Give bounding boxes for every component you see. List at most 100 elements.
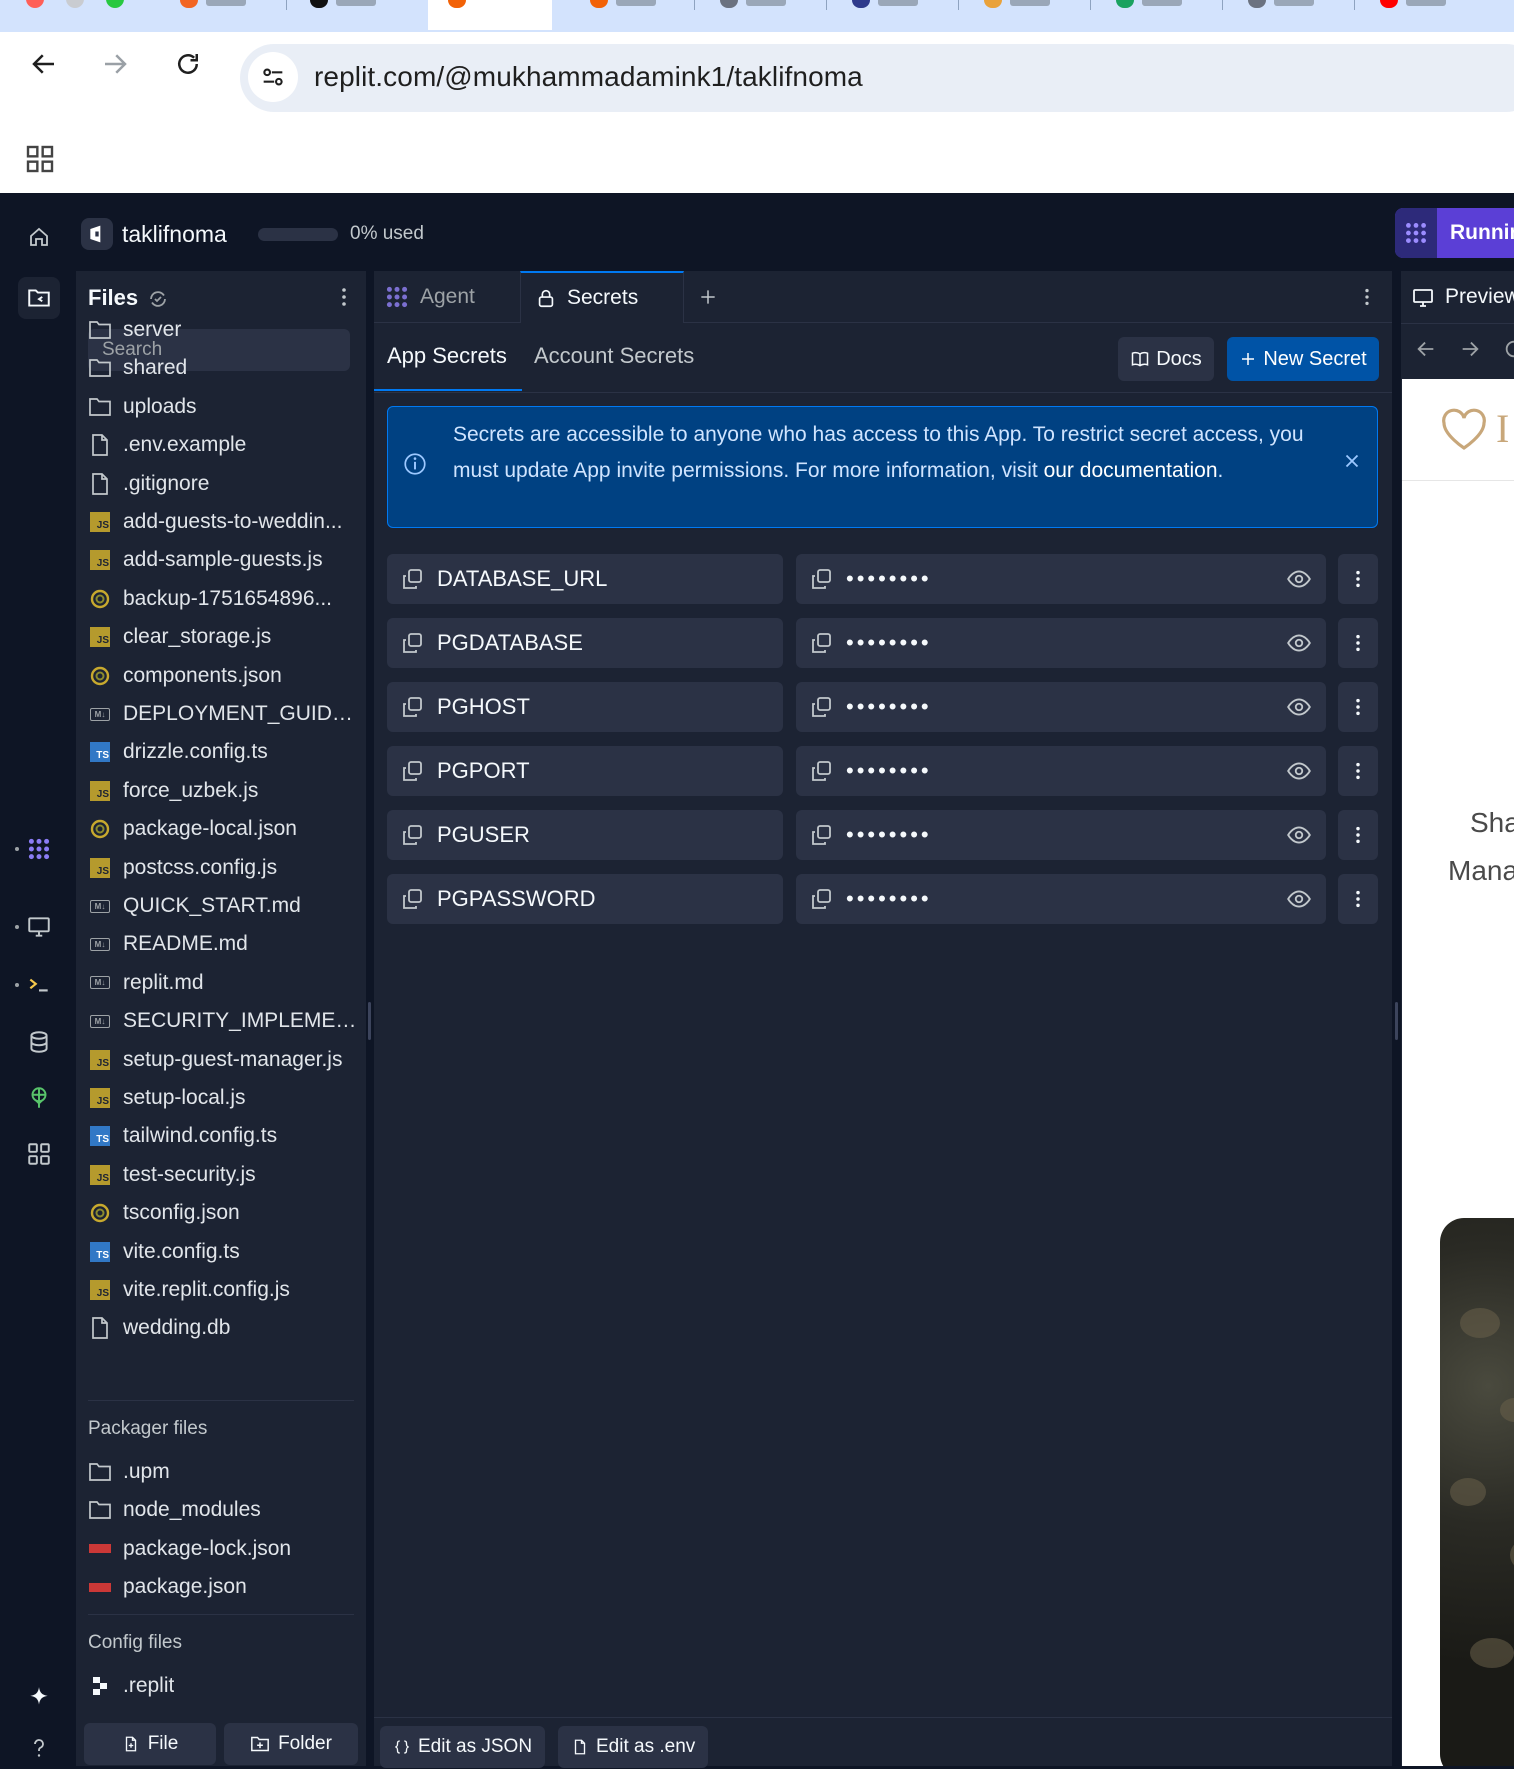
secret-value-field[interactable]: ••••••••: [796, 618, 1326, 668]
copy-value-button[interactable]: [809, 631, 833, 655]
copy-value-button[interactable]: [809, 887, 833, 911]
reveal-value-button[interactable]: [1286, 886, 1312, 912]
subtab-app-secrets[interactable]: App Secrets: [387, 343, 507, 369]
secret-menu-button[interactable]: [1338, 554, 1378, 604]
secret-menu-button[interactable]: [1338, 682, 1378, 732]
file-item[interactable]: JS test-security.js: [88, 1158, 358, 1192]
copy-value-button[interactable]: [809, 695, 833, 719]
secret-menu-button[interactable]: [1338, 874, 1378, 924]
file-item[interactable]: tsconfig.json: [88, 1196, 358, 1230]
app-name[interactable]: taklifnoma: [122, 221, 227, 248]
secret-value-field[interactable]: ••••••••: [796, 746, 1326, 796]
panel-resize-handle[interactable]: [1395, 1002, 1398, 1040]
forward-button[interactable]: [95, 44, 135, 84]
dismiss-banner-button[interactable]: [1341, 450, 1363, 472]
window-maximize-button[interactable]: [106, 0, 124, 8]
copy-value-button[interactable]: [809, 567, 833, 591]
new-secret-button[interactable]: New Secret: [1227, 337, 1379, 381]
secret-key-field[interactable]: PGPASSWORD: [387, 874, 783, 924]
preview-reload-button[interactable]: [1503, 338, 1514, 360]
files-tool-button[interactable]: [18, 277, 60, 319]
back-button[interactable]: [24, 44, 64, 84]
secret-value-field[interactable]: ••••••••: [796, 554, 1326, 604]
site-settings-button[interactable]: [248, 52, 298, 102]
folder-item[interactable]: uploads: [88, 390, 358, 424]
file-item[interactable]: .replit: [88, 1669, 358, 1703]
file-item[interactable]: .gitignore: [88, 467, 358, 501]
help-button[interactable]: [18, 1727, 60, 1769]
deployments-tool-button[interactable]: [18, 1077, 60, 1119]
file-item[interactable]: package.json: [88, 1570, 358, 1604]
copy-key-button[interactable]: [400, 631, 424, 655]
home-button[interactable]: [22, 220, 56, 254]
webview-tool-button[interactable]: [18, 906, 60, 948]
reveal-value-button[interactable]: [1286, 566, 1312, 592]
reveal-value-button[interactable]: [1286, 694, 1312, 720]
all-tools-button[interactable]: [18, 1133, 60, 1175]
browser-tab[interactable]: [290, 0, 410, 30]
copy-value-button[interactable]: [809, 823, 833, 847]
bookmarks-apps-button[interactable]: [24, 143, 56, 175]
secret-menu-button[interactable]: [1338, 746, 1378, 796]
file-item[interactable]: components.json: [88, 659, 358, 693]
secret-key-field[interactable]: PGDATABASE: [387, 618, 783, 668]
window-close-button[interactable]: [26, 0, 44, 8]
file-item[interactable]: M↓ replit.md: [88, 966, 358, 1000]
ai-assistant-button[interactable]: [18, 1677, 60, 1719]
secret-menu-button[interactable]: [1338, 810, 1378, 860]
secret-key-field[interactable]: PGHOST: [387, 682, 783, 732]
agent-tool-button[interactable]: [18, 828, 60, 870]
copy-key-button[interactable]: [400, 567, 424, 591]
folder-item[interactable]: shared: [88, 351, 358, 385]
folder-item[interactable]: server: [88, 313, 358, 347]
secret-key-field[interactable]: DATABASE_URL: [387, 554, 783, 604]
file-item[interactable]: JS add-guests-to-weddin...: [88, 505, 358, 539]
browser-tab[interactable]: [570, 0, 690, 30]
reveal-value-button[interactable]: [1286, 822, 1312, 848]
file-item[interactable]: TS vite.config.ts: [88, 1235, 358, 1269]
new-file-button[interactable]: File: [84, 1723, 216, 1765]
url-text[interactable]: replit.com/@mukhammadamink1/taklifnoma: [314, 61, 863, 93]
secret-menu-button[interactable]: [1338, 618, 1378, 668]
file-item[interactable]: JS clear_storage.js: [88, 620, 358, 654]
browser-tab[interactable]: [832, 0, 952, 30]
file-item[interactable]: JS force_uzbek.js: [88, 774, 358, 808]
preview-tab-title[interactable]: Preview: [1445, 285, 1514, 309]
file-item[interactable]: M↓ SECURITY_IMPLEMEN...: [88, 1004, 358, 1038]
reload-button[interactable]: [168, 44, 208, 84]
browser-tab-active[interactable]: [428, 0, 552, 30]
tab-secrets[interactable]: Secrets: [520, 271, 684, 323]
panel-resize-handle[interactable]: [368, 1002, 371, 1040]
new-folder-button[interactable]: Folder: [224, 1723, 358, 1765]
file-item[interactable]: M↓ QUICK_START.md: [88, 889, 358, 923]
file-item[interactable]: .env.example: [88, 428, 358, 462]
file-item[interactable]: TS drizzle.config.ts: [88, 735, 358, 769]
pane-menu-button[interactable]: [1356, 271, 1386, 323]
database-tool-button[interactable]: [18, 1021, 60, 1063]
secret-value-field[interactable]: ••••••••: [796, 682, 1326, 732]
file-item[interactable]: TS tailwind.config.ts: [88, 1119, 358, 1153]
documentation-link[interactable]: our documentation: [1044, 459, 1218, 482]
copy-key-button[interactable]: [400, 823, 424, 847]
secret-key-field[interactable]: PGUSER: [387, 810, 783, 860]
edit-as-env-button[interactable]: Edit as .env: [558, 1726, 709, 1768]
folder-item[interactable]: .upm: [88, 1455, 358, 1489]
edit-as-json-button[interactable]: Edit as JSON: [380, 1726, 546, 1768]
file-item[interactable]: wedding.db: [88, 1311, 358, 1345]
copy-key-button[interactable]: [400, 887, 424, 911]
file-item[interactable]: package-local.json: [88, 812, 358, 846]
secret-key-field[interactable]: PGPORT: [387, 746, 783, 796]
file-item[interactable]: M↓ README.md: [88, 927, 358, 961]
preview-back-button[interactable]: [1415, 338, 1437, 360]
browser-tab[interactable]: [1096, 0, 1216, 30]
file-item[interactable]: JS postcss.config.js: [88, 851, 358, 885]
file-item[interactable]: JS add-sample-guests.js: [88, 543, 358, 577]
new-tab-button[interactable]: [698, 271, 738, 323]
browser-tab[interactable]: [1360, 0, 1510, 30]
window-minimize-button[interactable]: [66, 0, 84, 8]
preview-webpage[interactable]: I Sha Mana: [1402, 379, 1514, 1766]
file-item[interactable]: JS vite.replit.config.js: [88, 1273, 358, 1307]
file-item[interactable]: package-lock.json: [88, 1532, 358, 1566]
preview-forward-button[interactable]: [1459, 338, 1481, 360]
file-item[interactable]: JS setup-guest-manager.js: [88, 1043, 358, 1077]
